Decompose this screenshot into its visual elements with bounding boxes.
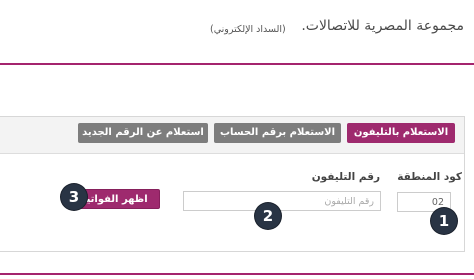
footer-divider [0, 273, 474, 275]
area-code-label: كود المنطقة [397, 171, 462, 183]
tab-bar: الاستعلام بالتليفون الاستعلام برقم الحسا… [0, 117, 464, 154]
phone-number-field[interactable] [183, 191, 381, 211]
step-badge-3: 3 [61, 184, 87, 210]
page-title: مجموعة المصرية للاتصالات. [301, 18, 464, 34]
tab-new-number-inquiry[interactable]: استعلام عن الرقم الجديد [78, 123, 208, 143]
phone-number-label: رقم التليفون [311, 171, 380, 183]
header-divider [0, 63, 474, 65]
step-badge-1: 1 [431, 208, 457, 234]
step-badge-2: 2 [255, 203, 281, 229]
tab-account-inquiry[interactable]: الاستعلام برقم الحساب [214, 123, 341, 143]
page-subtitle: (السداد الإلكتروني) [210, 24, 286, 35]
tab-phone-inquiry[interactable]: الاستعلام بالتليفون [347, 123, 455, 143]
